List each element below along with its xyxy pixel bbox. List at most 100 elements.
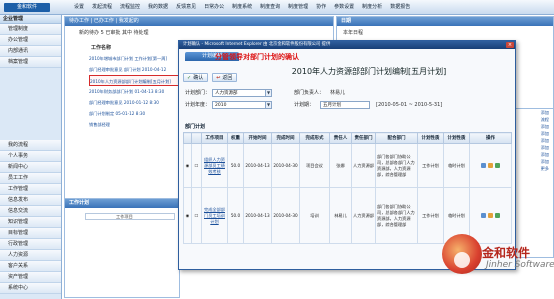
row-item-link[interactable]: 完成全部部门员工培训计划 [201,187,228,244]
brand-name-en: Jinher Software [486,260,554,270]
col-header-nature2: 计划性质 [443,132,470,144]
sidebar-item-hr[interactable]: 人力资源 [0,250,61,261]
nav-settings[interactable]: 设置 [70,0,88,15]
dialog-annotation: 分管领导对部门计划的确认 [215,53,299,61]
row-coop-dept: 部门各部门协助公司，总部各部门人力资源部，人力资源部，综合管理部 [375,143,418,188]
nav-rule-manage[interactable]: 制度管理 [284,0,312,15]
sidebar-item-my-flow[interactable]: 我的流程 [0,140,61,151]
plan-dept-select[interactable]: 人力资源部 ▼ [212,88,273,97]
sidebar-item-office[interactable]: 办公管理 [0,35,61,46]
sidebar-item-admin[interactable]: 行政管理 [0,239,61,250]
brand-name-cn: 金和软件 [482,246,531,260]
nav-analysis[interactable]: 制度分析 [358,0,386,15]
row-nature2: 临时计划 [443,143,470,188]
col-header-start: 开始时间 [243,132,272,144]
edit-icon[interactable] [481,213,486,218]
form-title: 2010年人力资源部部门计划编制[五月计划] [291,67,447,76]
sidebar-item-exchange[interactable]: 信息交流 [0,206,61,217]
sidebar-item-assets[interactable]: 资产管理 [0,272,61,283]
nav-daily-office[interactable]: 日常办公 [200,0,228,15]
plan-dept-value: 人力资源部 [215,90,238,96]
row-checkbox[interactable]: ☐ [191,187,202,244]
nav-start-flow[interactable]: 发起流程 [88,0,116,15]
row-form: 项目会议 [299,143,330,188]
todo-panel-tabs[interactable]: 待办工作 | 已办工作 | 我发起的 [65,17,333,26]
brand-watermark: 金和软件 Jinher Software [442,228,554,299]
table-header-row: 工作项目 权重 开始时间 完成时间 完成形式 责任人 责任部门 配合部门 计划性… [183,132,512,144]
sidebar-item-crm[interactable]: 客户关系 [0,261,61,272]
nav-report[interactable]: 数据报告 [386,0,414,15]
nav-rule-query[interactable]: 制度查询 [256,0,284,15]
col-header-owner: 责任人 [329,132,352,144]
edit-icon[interactable] [481,163,486,168]
sidebar-item-system[interactable]: 系统中心 [0,283,61,294]
nav-my-data[interactable]: 我的数据 [144,0,172,15]
chevron-down-icon: ▼ [265,89,272,96]
col-header-end: 完成时间 [271,132,300,144]
row-weight: 50.0 [227,187,244,244]
col-header-form: 完成形式 [299,132,330,144]
attach-icon[interactable] [495,213,500,218]
sidebar-header: 企业管理 [0,15,61,24]
work-item-field[interactable]: 工作项目 [85,213,175,220]
sidebar-item-news[interactable]: 新闻中心 [0,162,61,173]
row-weight: 50.0 [227,143,244,188]
col-header-radio [183,132,192,144]
nav-params[interactable]: 参数设置 [330,0,358,15]
close-icon[interactable]: × [506,42,514,48]
todo-panel-summary: 新的待办 5 已审批 其中 待处理 [79,30,149,36]
nav-feedback[interactable]: 反馈意见 [172,0,200,15]
row-nature: 工作计划 [417,187,444,244]
calendar-panel-bar: 日期 [337,17,553,26]
col-header-ops: 操作 [469,132,512,144]
sidebar-item-publish[interactable]: 信息发布 [0,195,61,206]
sidebar-item-staff[interactable]: 员工工作 [0,173,61,184]
row-radio[interactable]: ◉ [183,187,192,244]
app-logo: 金和软件 [4,3,50,12]
row-radio[interactable]: ◉ [183,143,192,188]
row-checkbox[interactable]: ☐ [191,143,202,188]
table-row[interactable]: ◉ ☐ 组织人力资源部员工绩效考核 50.0 2010-04-13 2010-0… [183,143,512,188]
row-nature: 工作计划 [417,143,444,188]
confirm-button-label: 确认 [193,75,204,81]
nav-flow-monitor[interactable]: 流程监控 [116,0,144,15]
plan-panel-bar: 工作计划 [65,199,179,208]
period-input[interactable]: 五月计划 [320,100,371,109]
col-header-weight: 权重 [227,132,244,144]
sidebar-item-goals[interactable]: 目标管理 [0,228,61,239]
row-start: 2010-04-13 [243,187,272,244]
form-row-period: 计划年度： 2010 ▼ 计划期： 五月计划 [2010-05-01 ~ 201… [185,100,442,109]
sidebar-item-messages[interactable]: 内部通讯 [0,46,61,57]
plan-year-select[interactable]: 2010 ▼ [212,100,273,109]
col-header-check [191,132,202,144]
period-label: 计划期： [294,102,315,108]
todo-list-header: 工作名称 [91,45,112,51]
leader-value: 林易儿 [330,90,346,96]
col-header-item: 工作项目 [201,132,228,144]
calendar-label[interactable]: 本年日程 [343,29,363,36]
sidebar-item-knowledge[interactable]: 知识管理 [0,217,61,228]
row-end: 2010-04-30 [271,187,300,244]
view-icon[interactable] [488,213,493,218]
sidebar-item-archives[interactable]: 档案管理 [0,57,61,68]
attach-icon[interactable] [495,163,500,168]
row-owner: 林易儿 [329,187,352,244]
period-value: 五月计划 [323,102,342,108]
col-header-resp-dept: 责任部门 [351,132,376,144]
sidebar-item-rules[interactable]: 管理制度 [0,24,61,35]
confirm-button[interactable]: ✓ 确认 [183,73,209,82]
row-end: 2010-04-30 [271,143,300,188]
view-icon[interactable] [488,163,493,168]
nav-collab[interactable]: 协作 [312,0,330,15]
top-nav-bar: 金和软件 设置 发起流程 流程监控 我的数据 反馈意见 日常办公 制度系统 制度… [0,0,554,15]
section-title: 部门计划 [185,124,206,130]
nav-system[interactable]: 制度系统 [228,0,256,15]
check-icon: ✓ [187,75,192,81]
row-item-link[interactable]: 组织人力资源部员工绩效考核 [201,143,228,188]
plan-dept-label: 计划部门： [185,90,211,96]
period-date-range: [2010-05-01 ~ 2010-5-31] [376,101,443,108]
leader-label: 部门负责人： [294,90,325,96]
sidebar-item-work[interactable]: 工作管理 [0,184,61,195]
form-row-dept: 计划部门： 人力资源部 ▼ 部门负责人： 林易儿 [185,88,345,97]
sidebar-item-personal[interactable]: 个人事务 [0,151,61,162]
